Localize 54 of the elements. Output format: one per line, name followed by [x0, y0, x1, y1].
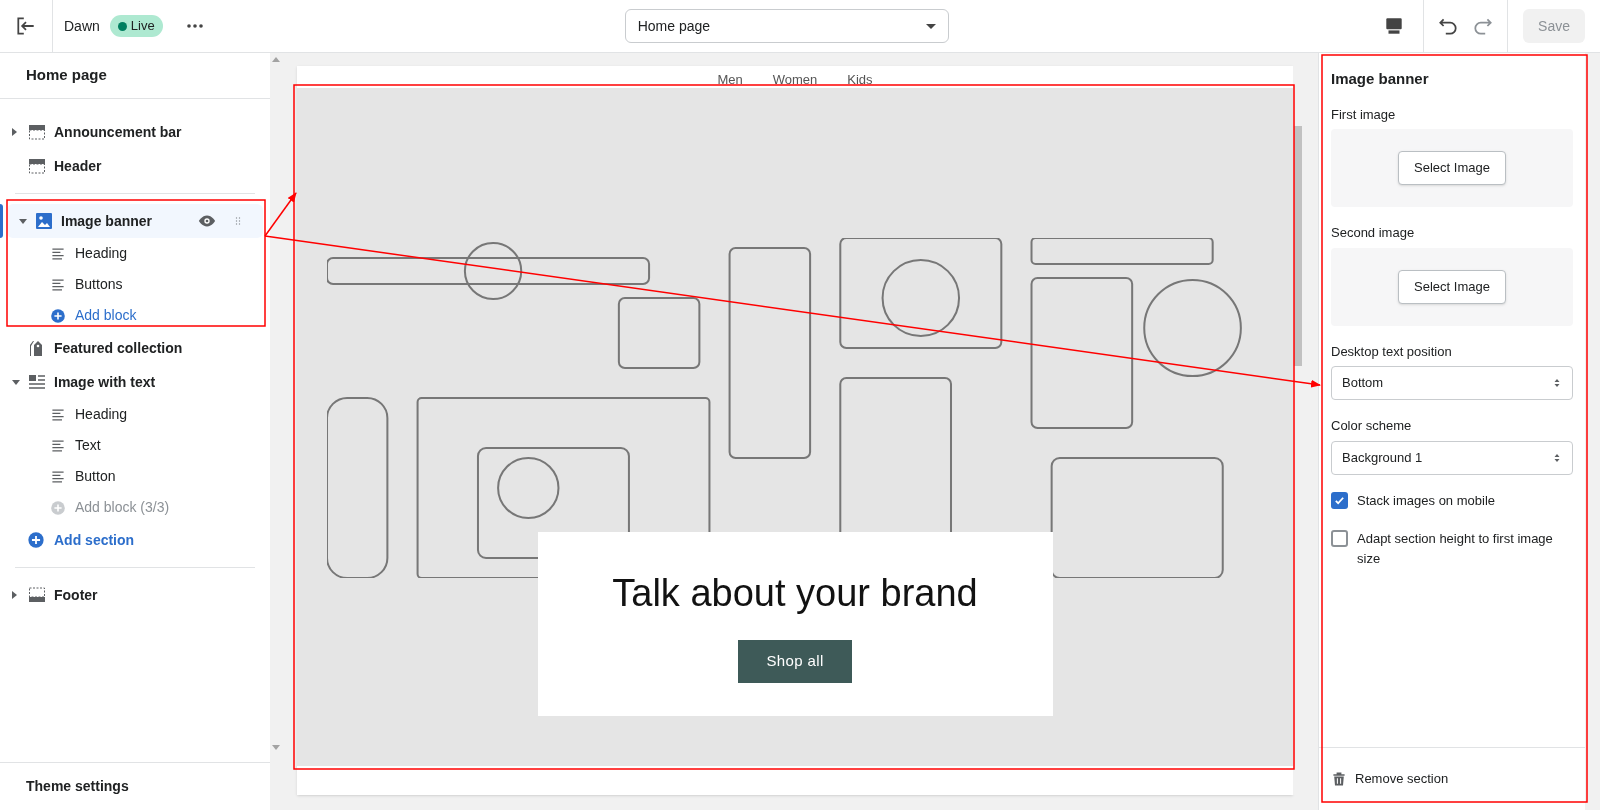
field-label: First image [1331, 105, 1397, 124]
add-block-link[interactable]: Add block [0, 300, 270, 331]
theme-name: Dawn [64, 16, 100, 36]
plus-icon [50, 307, 66, 324]
drag-handle-icon[interactable] [233, 215, 243, 227]
banner-heading: Talk about your brand [612, 571, 978, 616]
caret-icon[interactable] [12, 591, 17, 599]
selection-indicator [0, 204, 3, 238]
section-item[interactable]: Header [0, 149, 270, 183]
block-item[interactable]: Heading [0, 238, 270, 269]
checkbox[interactable] [1331, 491, 1348, 509]
section-item[interactable]: Footer [0, 578, 270, 612]
checkbox-label: Stack images on mobile [1357, 491, 1495, 510]
caret-icon[interactable] [12, 128, 17, 136]
checkbox-label: Adapt section height to first image size [1357, 529, 1554, 568]
remove-section-link[interactable]: Remove section [1331, 769, 1449, 789]
section-item[interactable]: Announcement bar [0, 115, 270, 149]
caret-icon[interactable] [19, 218, 27, 224]
sidebar-title: Home page [26, 65, 107, 86]
select-image-button[interactable]: Select Image [1398, 151, 1506, 185]
field-label: Second image [1331, 224, 1416, 242]
block-item[interactable]: Heading [0, 399, 270, 430]
section-icon [34, 211, 54, 231]
shop-all-button[interactable]: Shop all [738, 640, 852, 683]
nav-link[interactable]: Men [717, 72, 743, 88]
checkmark-icon [1334, 494, 1345, 506]
panel-title: Image banner [1331, 69, 1430, 89]
caret-icon[interactable] [12, 379, 20, 385]
field-label: Color scheme [1331, 417, 1413, 435]
block-item[interactable]: Text [0, 430, 270, 461]
section-item[interactable]: Featured collection [0, 331, 270, 365]
trash-icon [1331, 771, 1347, 787]
exit-icon[interactable] [15, 15, 37, 37]
section-icon [27, 372, 47, 392]
plus-icon [50, 499, 66, 516]
checkbox[interactable] [1331, 529, 1348, 547]
select-field[interactable]: Background 1 [1331, 440, 1573, 475]
nav-link[interactable]: Women [772, 72, 818, 88]
plus-icon [27, 531, 45, 549]
nav-link[interactable]: Kids [847, 72, 873, 88]
scrollbar-thumb[interactable] [1294, 126, 1302, 366]
section-item[interactable]: Image with text [0, 365, 270, 399]
block-item[interactable]: Buttons [0, 269, 270, 300]
page-select[interactable]: Home page [624, 9, 949, 43]
block-item[interactable]: Button [0, 461, 270, 492]
section-icon [27, 585, 47, 605]
theme-settings-link[interactable]: Theme settings [26, 776, 129, 797]
field-label: Desktop text position [1331, 342, 1453, 361]
section-icon [27, 156, 47, 176]
section-icon [27, 122, 47, 142]
select-image-button[interactable]: Select Image [1398, 269, 1506, 304]
select-field[interactable]: Bottom [1331, 366, 1573, 400]
live-badge: Live [109, 15, 163, 37]
add-section-link[interactable]: Add section [0, 523, 270, 557]
